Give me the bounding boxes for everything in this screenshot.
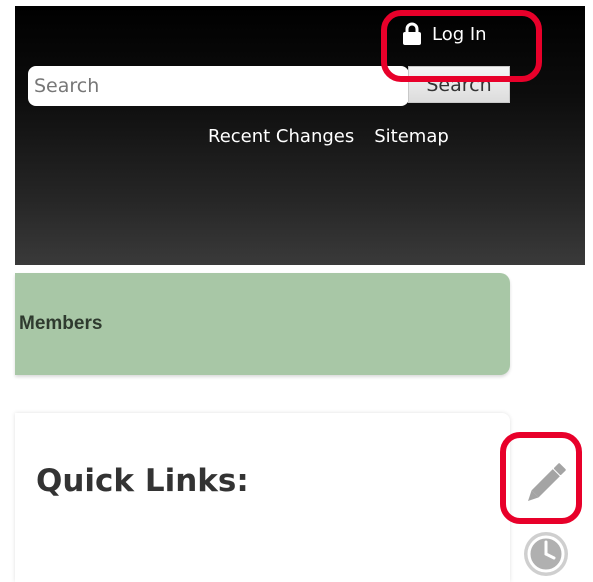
members-label: Members	[19, 313, 103, 334]
login-label: Log In	[432, 23, 487, 45]
clock-icon[interactable]	[522, 530, 570, 578]
sitemap-link[interactable]: Sitemap	[374, 126, 449, 147]
pencil-icon[interactable]	[521, 461, 569, 507]
search-button[interactable]: Search	[408, 66, 510, 103]
content-panel: Quick Links:	[15, 413, 510, 582]
quick-links-heading: Quick Links:	[36, 463, 249, 499]
page: Log In Search Recent Changes Sitemap Mem…	[0, 0, 593, 582]
search-input[interactable]	[28, 66, 409, 106]
lock-icon	[403, 22, 421, 45]
members-banner[interactable]: Members	[15, 273, 510, 375]
recent-changes-link[interactable]: Recent Changes	[208, 126, 354, 147]
login-link[interactable]: Log In	[402, 22, 487, 46]
header-nav: Recent Changes Sitemap	[208, 126, 449, 147]
